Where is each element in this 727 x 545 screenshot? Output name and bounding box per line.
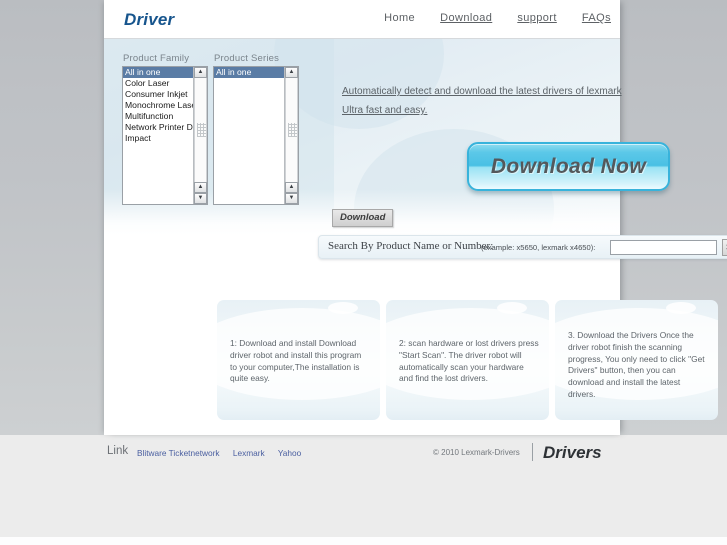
search-label: Search By Product Name or Number: bbox=[328, 240, 494, 252]
footer-divider bbox=[532, 443, 533, 461]
product-series-label: Product Series bbox=[214, 53, 280, 64]
main-content-panel: Driver Home Download support FAQs Produc… bbox=[104, 0, 718, 435]
list-item[interactable]: Color Laser bbox=[123, 78, 193, 89]
scroll-up-icon[interactable]: ▲ bbox=[285, 67, 298, 78]
step-card-3-text: 3. Download the Drivers Once the driver … bbox=[568, 330, 705, 399]
list-item[interactable]: All in one bbox=[214, 67, 284, 78]
decorative-cloud bbox=[666, 302, 696, 314]
scroll-up-icon[interactable]: ▲ bbox=[194, 67, 207, 78]
footer-links: Blitware Ticketnetwork Lexmark Yahoo bbox=[137, 448, 312, 458]
footer-link-label: Link bbox=[107, 445, 129, 457]
banner-tagline-line1: Automatically detect and download the la… bbox=[342, 86, 622, 97]
banner-tagline-line2: Ultra fast and easy. bbox=[342, 105, 428, 116]
product-series-scrollbar[interactable]: ▲ ▲ ▼ bbox=[284, 67, 298, 204]
scrollbar-track[interactable] bbox=[285, 78, 298, 182]
step-card-1: 1: Download and install Download driver … bbox=[217, 300, 380, 420]
product-series-options[interactable]: All in one bbox=[214, 67, 284, 204]
list-item[interactable]: Consumer Inkjet bbox=[123, 89, 193, 100]
download-now-button[interactable]: Download Now bbox=[467, 142, 670, 191]
main-navigation: Home Download support FAQs bbox=[362, 12, 611, 24]
decorative-cloud bbox=[497, 302, 527, 314]
below-footer-strip bbox=[0, 537, 727, 545]
nav-item-faqs[interactable]: FAQs bbox=[582, 12, 611, 24]
decorative-cloud bbox=[328, 302, 358, 314]
list-item[interactable]: Monochrome Laser bbox=[123, 100, 193, 111]
scrollbar-grip-icon[interactable] bbox=[197, 123, 206, 137]
copyright-text: © 2010 Lexmark-Drivers bbox=[433, 448, 520, 457]
download-now-label: Download Now bbox=[490, 154, 647, 178]
step-card-2: 2: scan hardware or lost drivers press "… bbox=[386, 300, 549, 420]
list-item[interactable]: Impact bbox=[123, 133, 193, 144]
footer-link-lexmark[interactable]: Lexmark bbox=[233, 448, 265, 458]
site-logo: Driver bbox=[124, 10, 175, 29]
scroll-up-icon[interactable]: ▲ bbox=[194, 182, 207, 193]
product-family-label: Product Family bbox=[123, 53, 190, 64]
search-bar: Search By Product Name or Number: (examp… bbox=[318, 235, 727, 259]
scrollbar-track[interactable] bbox=[194, 78, 207, 182]
search-button[interactable]: Search bbox=[722, 239, 727, 256]
footer-link-yahoo[interactable]: Yahoo bbox=[278, 448, 301, 458]
nav-item-home[interactable]: Home bbox=[384, 12, 415, 24]
nav-item-support[interactable]: support bbox=[517, 12, 557, 24]
footer-link-blitware[interactable]: Blitware Ticketnetwork bbox=[137, 448, 220, 458]
search-input[interactable] bbox=[610, 240, 717, 255]
download-button[interactable]: Download bbox=[332, 209, 394, 227]
site-header: Driver Home Download support FAQs bbox=[104, 0, 620, 39]
scroll-down-icon[interactable]: ▼ bbox=[285, 193, 298, 204]
footer-brand: Drivers bbox=[543, 443, 602, 462]
product-family-options[interactable]: All in one Color Laser Consumer Inkjet M… bbox=[123, 67, 193, 204]
product-family-listbox[interactable]: All in one Color Laser Consumer Inkjet M… bbox=[122, 66, 208, 205]
list-item[interactable]: Network Printer Device bbox=[123, 122, 193, 133]
search-example-hint: (example: x5650, lexmark x4650): bbox=[481, 243, 596, 252]
step-card-2-text: 2: scan hardware or lost drivers press "… bbox=[399, 338, 539, 384]
nav-item-download[interactable]: Download bbox=[440, 12, 492, 24]
list-item[interactable]: Multifunction bbox=[123, 111, 193, 122]
scrollbar-grip-icon[interactable] bbox=[288, 123, 297, 137]
product-family-scrollbar[interactable]: ▲ ▲ ▼ bbox=[193, 67, 207, 204]
product-series-listbox[interactable]: All in one ▲ ▲ ▼ bbox=[213, 66, 299, 205]
step-card-1-text: 1: Download and install Download driver … bbox=[230, 338, 362, 384]
step-card-3: 3. Download the Drivers Once the driver … bbox=[555, 300, 718, 420]
list-item[interactable]: All in one bbox=[123, 67, 193, 78]
scroll-up-icon[interactable]: ▲ bbox=[285, 182, 298, 193]
scroll-down-icon[interactable]: ▼ bbox=[194, 193, 207, 204]
